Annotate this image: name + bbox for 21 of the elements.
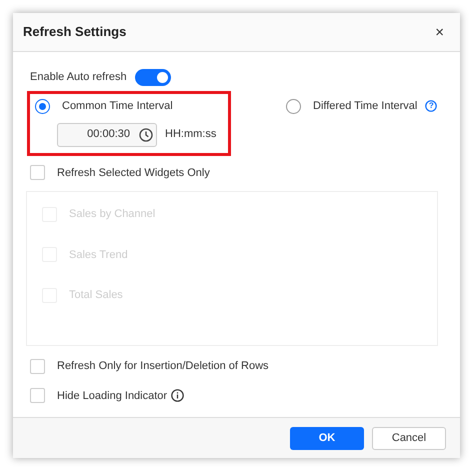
radio-label: Common Time Interval (62, 99, 173, 114)
radio-button[interactable] (35, 98, 50, 114)
ok-button[interactable]: OK (290, 426, 364, 450)
dialog-title: Refresh Settings (23, 23, 126, 42)
checkbox[interactable] (30, 388, 45, 404)
radio-button[interactable] (286, 98, 301, 114)
checkbox[interactable] (30, 358, 45, 374)
format-hint: HH:mm:ss (165, 127, 216, 142)
clock-icon (139, 128, 153, 142)
checkbox[interactable] (30, 165, 45, 180)
checkbox-label: Refresh Only for Insertion/Deletion of Rows (57, 359, 269, 374)
help-icon: ? (425, 100, 438, 112)
time-field[interactable]: 00:00:30 (57, 122, 157, 146)
close-button[interactable]: × (431, 24, 448, 40)
toggle-switch[interactable] (134, 68, 171, 86)
checkbox-label: Hide Loading Indicator (57, 388, 168, 404)
cancel-button[interactable]: Cancel (372, 426, 446, 450)
info-icon (171, 389, 184, 402)
toggle-label: Enable Auto refresh (30, 70, 127, 85)
radio-label: Differed Time Interval (313, 99, 418, 114)
checkbox-label: Refresh Selected Widgets Only (57, 166, 210, 180)
